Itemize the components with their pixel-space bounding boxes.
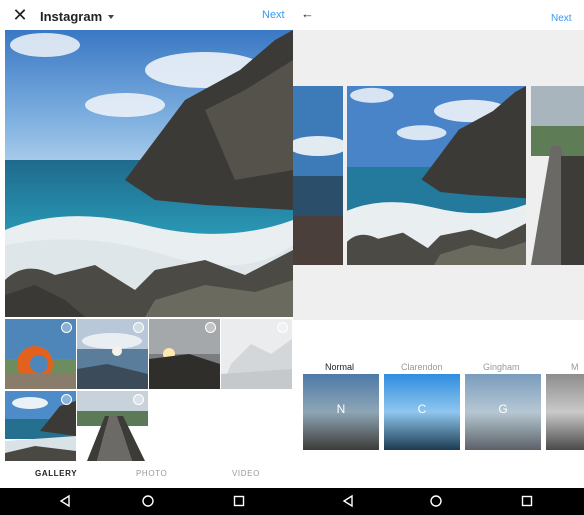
select-circle-icon[interactable] <box>61 322 72 333</box>
select-circle-icon[interactable] <box>133 322 144 333</box>
android-nav-bar <box>0 488 584 515</box>
filter-strip: Normal Clarendon Gingham M N C G <box>293 320 584 488</box>
arrow-back-icon[interactable]: ← <box>301 6 314 21</box>
coastal-rock-photo <box>347 86 526 265</box>
coastal-rock-photo <box>5 30 293 317</box>
select-circle-icon[interactable] <box>61 394 72 405</box>
gallery-pane: ✕ Instagram Next GALLERY PHOTO VIDEO <box>0 0 293 515</box>
carousel-photo-current[interactable] <box>347 86 526 265</box>
gallery-thumbnail[interactable] <box>149 319 220 389</box>
next-button[interactable]: Next <box>262 9 285 21</box>
gallery-thumbnail[interactable] <box>221 319 292 389</box>
filter-tile-clarendon[interactable]: C <box>384 374 460 450</box>
filter-preview-image <box>546 374 584 450</box>
home-circle-icon[interactable] <box>429 494 443 508</box>
carousel-photo-next[interactable] <box>531 86 584 265</box>
select-circle-icon[interactable] <box>205 322 216 333</box>
source-tabs: GALLERY PHOTO VIDEO <box>0 461 293 488</box>
filter-label-gingham: Gingham <box>483 362 520 372</box>
filter-tile-partial[interactable] <box>546 374 584 450</box>
previous-photo-image <box>293 86 343 265</box>
filter-tile-normal[interactable]: N <box>303 374 379 450</box>
filter-pane: ← Next Normal Clarendon Gingham M N C G <box>293 0 584 515</box>
gallery-thumbnail[interactable] <box>77 391 148 461</box>
filter-letter: C <box>417 402 427 416</box>
filter-label-normal: Normal <box>325 362 355 372</box>
filter-letter: N <box>336 402 346 416</box>
home-circle-icon[interactable] <box>141 494 155 508</box>
chevron-down-icon <box>108 14 115 19</box>
select-circle-icon[interactable] <box>133 394 144 405</box>
tab-video[interactable]: VIDEO <box>232 469 260 478</box>
recents-square-icon[interactable] <box>520 494 534 508</box>
selected-photo-preview[interactable] <box>5 30 293 317</box>
app-title: Instagram <box>40 8 103 24</box>
gallery-thumbnail[interactable] <box>5 319 76 389</box>
close-icon[interactable]: ✕ <box>10 5 30 25</box>
select-circle-icon[interactable] <box>277 322 288 333</box>
tab-photo[interactable]: PHOTO <box>136 469 167 478</box>
filter-tile-gingham[interactable]: G <box>465 374 541 450</box>
back-triangle-icon[interactable] <box>58 494 72 508</box>
recents-square-icon[interactable] <box>232 494 246 508</box>
filter-label-clarendon: Clarendon <box>401 362 443 372</box>
next-photo-image <box>531 86 584 265</box>
carousel-photo-previous[interactable] <box>293 86 343 265</box>
account-switcher[interactable]: Instagram <box>40 7 115 25</box>
photo-carousel[interactable] <box>293 30 584 320</box>
filter-letter: G <box>498 402 508 416</box>
gallery-thumbnail[interactable] <box>5 391 76 461</box>
filter-label-partial: M <box>571 362 579 372</box>
next-button[interactable]: Next <box>551 13 572 24</box>
back-triangle-icon[interactable] <box>341 494 355 508</box>
gallery-grid <box>5 319 293 461</box>
gallery-top-bar: ✕ Instagram Next <box>0 0 293 30</box>
gallery-thumbnail[interactable] <box>77 319 148 389</box>
tab-gallery[interactable]: GALLERY <box>35 469 77 478</box>
